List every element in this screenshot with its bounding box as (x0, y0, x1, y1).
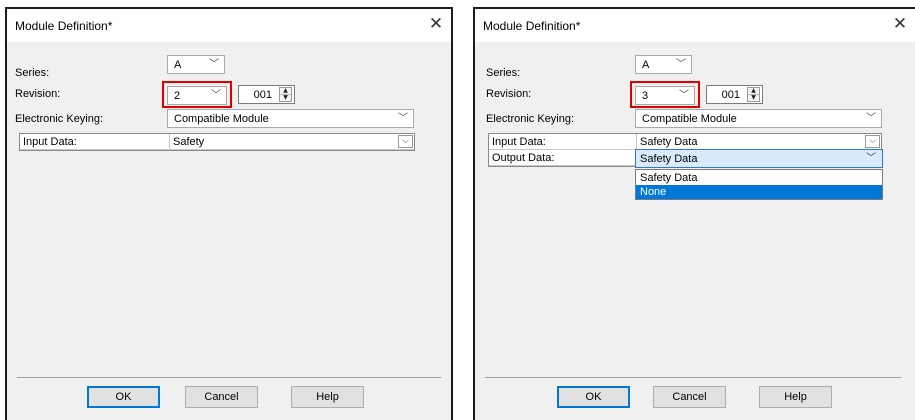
input-data-cell[interactable]: Safety Data ⌵ (636, 134, 881, 149)
cancel-button[interactable]: Cancel (653, 386, 726, 408)
help-button[interactable]: Help (759, 386, 832, 408)
title-bar: Module Definition* ✕ (475, 9, 915, 42)
chevron-down-icon: ﹀ (866, 153, 876, 164)
revision-minor-spinner[interactable]: 001 ▲ ▼ (706, 85, 763, 104)
chevron-down-icon: ﹀ (676, 59, 686, 70)
dropdown-option-none[interactable]: None (636, 185, 882, 199)
chevron-down-icon: ﹀ (209, 59, 219, 70)
spinner-arrows[interactable]: ▲ ▼ (747, 87, 760, 102)
revision-minor-spinner[interactable]: 001 ▲ ▼ (238, 85, 295, 104)
electronic-keying-combo[interactable]: Compatible Module ﹀ (167, 109, 414, 128)
module-definition-dialog-left: Module Definition* ✕ Series: A ﹀ Revisio… (5, 7, 453, 420)
close-icon[interactable]: ✕ (887, 13, 913, 37)
electronic-keying-value: Compatible Module (642, 113, 737, 125)
input-data-cell[interactable]: Safety ⌵ (169, 134, 414, 149)
output-data-value: Safety Data (640, 153, 698, 165)
dropdown-arrow-icon[interactable]: ⌵ (398, 135, 413, 148)
grid-row-input-data[interactable]: Input Data: Safety Data ⌵ (489, 134, 881, 150)
help-button[interactable]: Help (291, 386, 364, 408)
series-value: A (642, 59, 650, 71)
revision-label: Revision: (15, 88, 61, 100)
chevron-down-icon: ﹀ (866, 113, 876, 124)
output-data-combo[interactable]: Safety Data ﹀ (635, 149, 883, 168)
output-data-dropdown-list: Safety Data None (635, 169, 883, 200)
ok-button[interactable]: OK (557, 386, 630, 408)
cancel-button[interactable]: Cancel (185, 386, 258, 408)
revision-major-value: 2 (174, 90, 181, 102)
revision-minor-value: 001 (721, 89, 740, 101)
spin-down-icon[interactable]: ▼ (748, 94, 759, 101)
chevron-down-icon: ﹀ (679, 90, 689, 101)
series-combo[interactable]: A ﹀ (167, 55, 225, 74)
button-separator (485, 377, 901, 378)
input-data-value: Safety Data (640, 136, 698, 148)
revision-label: Revision: (486, 88, 532, 100)
series-combo[interactable]: A ﹀ (635, 55, 692, 74)
input-data-label: Input Data: (492, 136, 546, 148)
series-value: A (174, 59, 182, 71)
spinner-arrows[interactable]: ▲ ▼ (279, 87, 292, 102)
module-definition-dialog-right: Module Definition* ✕ Series: A ﹀ Revisio… (473, 7, 915, 420)
series-label: Series: (15, 67, 50, 79)
dropdown-arrow-icon[interactable]: ⌵ (865, 135, 880, 148)
close-icon[interactable]: ✕ (423, 13, 449, 37)
input-data-label: Input Data: (23, 136, 77, 148)
grid-row-input-data[interactable]: Input Data: Safety ⌵ (20, 134, 414, 150)
spin-down-icon[interactable]: ▼ (280, 94, 291, 101)
revision-major-combo[interactable]: 3 ﹀ (635, 86, 695, 105)
chevron-down-icon: ﹀ (398, 113, 408, 124)
dialog-title: Module Definition* (483, 19, 581, 33)
series-label: Series: (486, 67, 521, 79)
dropdown-option-safety-data[interactable]: Safety Data (636, 171, 882, 185)
input-data-value: Safety (173, 136, 205, 148)
connection-grid: Input Data: Safety ⌵ (19, 133, 415, 151)
electronic-keying-label: Electronic Keying: (486, 113, 575, 125)
ok-button[interactable]: OK (87, 386, 160, 408)
revision-major-combo[interactable]: 2 ﹀ (167, 86, 227, 105)
chevron-down-icon: ﹀ (211, 90, 221, 101)
electronic-keying-label: Electronic Keying: (15, 113, 104, 125)
output-data-label: Output Data: (492, 152, 555, 164)
revision-major-value: 3 (642, 90, 649, 102)
electronic-keying-value: Compatible Module (174, 113, 269, 125)
button-separator (17, 377, 441, 378)
title-bar: Module Definition* ✕ (7, 9, 451, 42)
dialog-title: Module Definition* (15, 19, 113, 33)
electronic-keying-combo[interactable]: Compatible Module ﹀ (635, 109, 882, 128)
revision-minor-value: 001 (253, 89, 272, 101)
